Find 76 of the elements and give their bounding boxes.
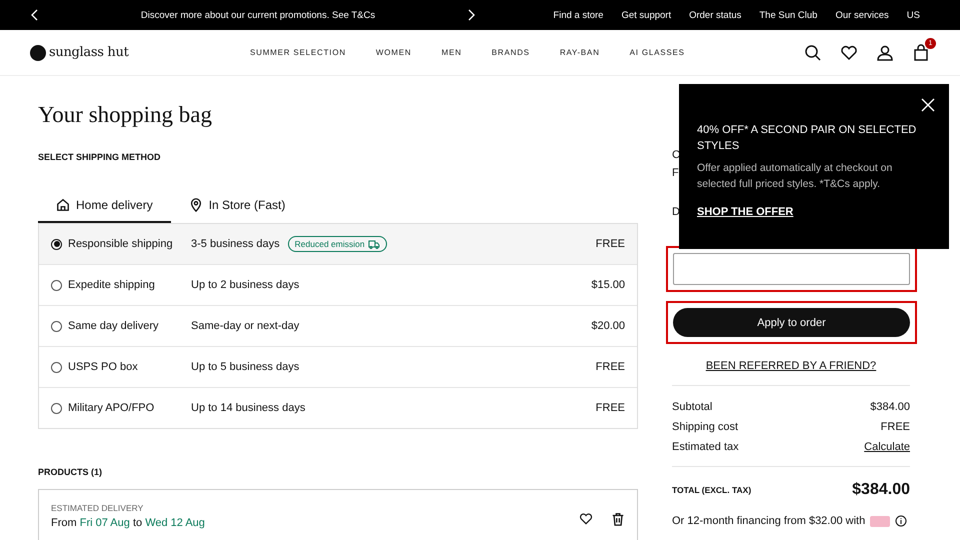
nav-link[interactable]: AI GLASSES (630, 48, 685, 57)
apply-button[interactable]: Apply to order (673, 308, 910, 337)
offer-title: 40% OFF* A SECOND PAIR ON SELECTED STYLES (697, 123, 918, 154)
delivery-time: Up to 14 business days (191, 402, 306, 414)
radio-button[interactable] (51, 238, 62, 250)
shipping-option[interactable]: USPS PO box Up to 5 business days FREE (39, 346, 637, 387)
option-name: Military APO/FPO (68, 402, 156, 414)
offer-text: Offer applied automatically at checkout on selected full priced styles. *T&Cs apply. (697, 161, 894, 192)
bag-icon[interactable] (912, 44, 930, 62)
financing-text: Or 12-month financing from $32.00 with (672, 515, 866, 527)
radio-button[interactable] (51, 320, 62, 332)
delivery-time: 3-5 business days (191, 238, 280, 250)
home-icon (56, 198, 70, 212)
delivery-time: Up to 5 business days (191, 361, 300, 373)
option-name: Responsible shipping (68, 238, 174, 250)
summary-label: Subtotal (672, 401, 712, 413)
shipping-option[interactable]: Expedite shipping Up to 2 business days $15.00 (39, 264, 637, 305)
page-title: Your shopping bag (38, 102, 214, 128)
radio-button[interactable] (51, 280, 62, 290)
top-link[interactable]: Order status (689, 10, 742, 20)
emission-badge: Reduced emission (288, 236, 387, 252)
shipping-option[interactable]: Same day delivery Same-day or next-day $20.00 (39, 305, 637, 346)
option-price: FREE (596, 238, 625, 250)
total-value: $384.00 (852, 481, 910, 499)
section-heading: SELECT SHIPPING METHOD (38, 152, 162, 162)
payment-logo-icon (870, 516, 890, 526)
nav-link[interactable]: BRANDS (492, 48, 530, 57)
nav-link[interactable]: MEN (441, 48, 462, 57)
account-icon[interactable] (876, 44, 894, 62)
location-pin-icon (188, 198, 203, 212)
radio-button[interactable] (51, 402, 62, 414)
nav-link[interactable]: SUMMER SELECTION (250, 48, 346, 57)
hidden-text: D (672, 206, 680, 218)
close-button[interactable] (921, 98, 935, 112)
hidden-text: F (672, 167, 679, 179)
shipping-option[interactable]: Responsible shipping 3-5 business days Reduced emission FREE (39, 224, 637, 264)
option-price: FREE (596, 361, 625, 373)
top-link[interactable]: The Sun Club (759, 10, 818, 20)
delivery-tab[interactable]: In Store (Fast) (170, 190, 304, 223)
nav-link[interactable]: RAY-BAN (560, 48, 600, 57)
top-link[interactable]: Find a store (553, 10, 604, 20)
option-price: $15.00 (591, 279, 625, 291)
option-name: Same day delivery (68, 320, 160, 332)
top-link[interactable]: Our services (835, 10, 889, 20)
hidden-text: C (672, 149, 680, 161)
calculate-link[interactable]: Calculate (864, 441, 910, 453)
promo-message[interactable]: Discover more about our current promotions. See T&Cs (80, 10, 436, 20)
option-price: $20.00 (591, 320, 625, 332)
code-input-field[interactable] (673, 253, 910, 285)
option-name: USPS PO box (68, 361, 139, 373)
heart-icon[interactable] (840, 44, 858, 62)
option-price: FREE (596, 402, 625, 414)
radio-button[interactable] (51, 362, 62, 372)
section-heading: PRODUCTS (1) (38, 467, 104, 477)
delivery-label: ESTIMATED DELIVERY (51, 503, 144, 513)
summary-value: FREE (880, 421, 910, 433)
shipping-option[interactable]: Military APO/FPO Up to 14 business days FREE (39, 387, 637, 428)
total-label: TOTAL (EXCL. TAX) (672, 485, 752, 495)
top-link[interactable]: Get support (621, 10, 672, 20)
referral-link[interactable]: BEEN REFERRED BY A FRIEND? (672, 360, 910, 372)
shop-offer-link[interactable]: SHOP THE OFFER (697, 206, 794, 218)
delivery-time: Up to 2 business days (191, 279, 300, 291)
delivery-time: Same-day or next-day (191, 320, 300, 332)
summary-label: Shipping cost (672, 421, 738, 433)
logo-text[interactable]: sunglass hut (49, 45, 128, 60)
option-name: Expedite shipping (68, 279, 156, 291)
summary-label: Estimated tax (672, 441, 739, 453)
search-icon[interactable] (804, 44, 822, 62)
delivery-dates: From Fri 07 Aug to Wed 12 Aug (51, 517, 205, 529)
top-link[interactable]: US (906, 10, 920, 20)
logo-icon (30, 44, 46, 60)
trash-icon[interactable] (611, 512, 625, 526)
info-icon[interactable] (895, 515, 908, 527)
summary-value: $384.00 (870, 401, 910, 413)
heart-icon[interactable] (579, 512, 593, 526)
nav-link[interactable]: WOMEN (376, 48, 412, 57)
